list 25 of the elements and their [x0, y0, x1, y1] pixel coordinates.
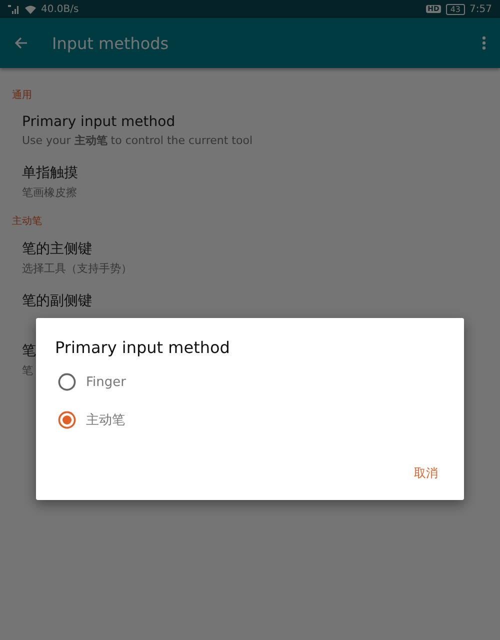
clock-time: 7:57: [470, 4, 492, 14]
setting-title[interactable]: 单指触摸: [22, 165, 78, 181]
setting-title[interactable]: 笔: [22, 343, 36, 359]
wifi-icon: [25, 4, 36, 14]
setting-summary: 选择工具（支持手势）: [22, 262, 132, 275]
radio-option[interactable]: 主动笔: [58, 407, 125, 433]
setting-title[interactable]: 笔的副侧键: [22, 293, 92, 309]
screen-title: Input methods: [52, 34, 170, 52]
setting-title[interactable]: Primary input method: [22, 114, 176, 130]
radio-option[interactable]: Finger: [58, 369, 126, 395]
battery-level: 43: [446, 4, 465, 14]
setting-title[interactable]: 笔的主侧键: [22, 241, 92, 257]
dialog-title: Primary input method: [55, 338, 230, 357]
signal-icon: [8, 4, 20, 14]
section-header: 通用: [12, 90, 32, 101]
back-arrow-icon[interactable]: [14, 36, 28, 50]
network-speed: 40.0B/s: [41, 4, 79, 14]
cancel-button[interactable]: 取消: [414, 465, 438, 482]
section-header: 主动笔: [12, 216, 42, 227]
more-options-icon[interactable]: [482, 36, 486, 50]
radio-button[interactable]: [58, 373, 76, 391]
setting-summary: Use your 主动笔 to control the current tool: [22, 134, 252, 147]
radio-button[interactable]: [58, 411, 76, 429]
setting-summary: 笔画橡皮擦: [22, 186, 77, 199]
setting-summary: 笔: [22, 364, 33, 377]
